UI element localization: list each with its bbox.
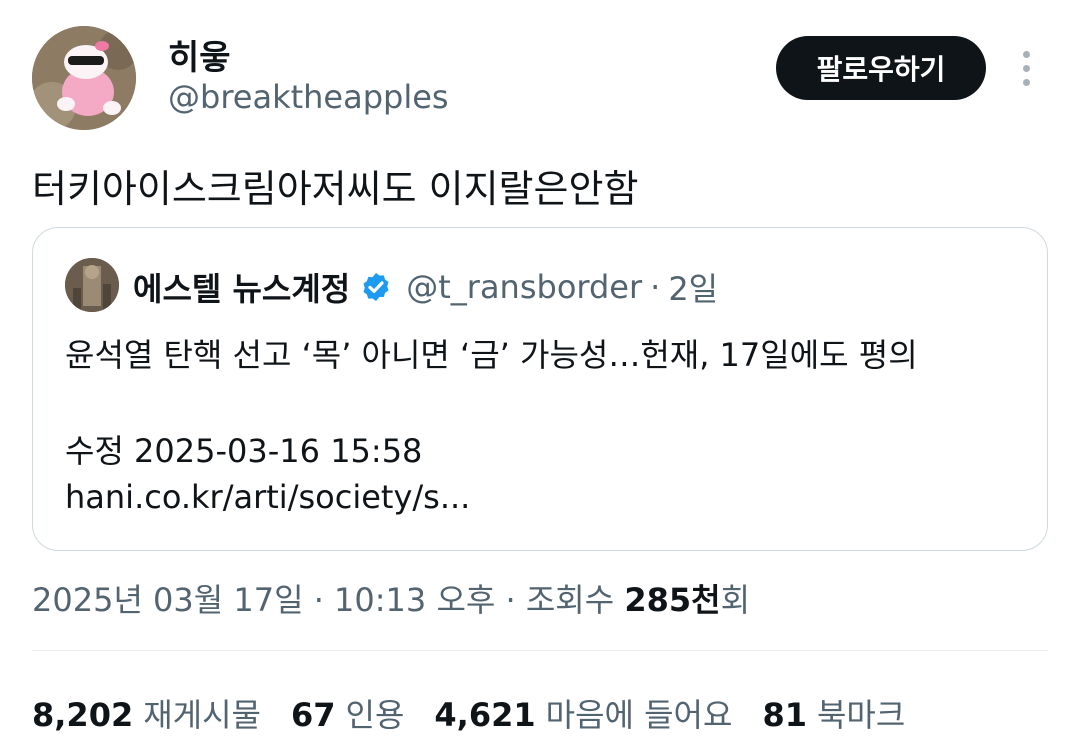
quoted-avatar-image xyxy=(65,258,119,312)
quoted-timestamp[interactable]: 2일 xyxy=(668,264,718,310)
stat-number: 81 xyxy=(762,696,807,734)
author-avatar[interactable] xyxy=(32,26,136,130)
quotes-stat[interactable]: 67 인용 xyxy=(291,690,404,736)
stat-number: 67 xyxy=(290,696,336,734)
quoted-handle[interactable]: @t_ransborder xyxy=(406,268,642,306)
dot xyxy=(1022,78,1030,86)
author-display-name[interactable]: 히읗 xyxy=(168,30,231,79)
dot xyxy=(1022,64,1030,72)
avatar-image xyxy=(32,26,136,130)
divider xyxy=(32,650,1048,651)
stat-label: 재게시물 xyxy=(143,696,261,734)
tweet-text: 터키아이스크림아저씨도 이지랄은안함 xyxy=(32,167,639,211)
stat-label: 마음에 들어요 xyxy=(545,696,733,734)
quoted-header: 에스텔 뉴스계정 @t_ransborder · 2일 xyxy=(133,264,718,310)
quoted-text-headline: 윤석열 탄핵 선고 ‘목’ 아니면 ‘금’ 가능성…헌재, 17일에도 평의 xyxy=(65,336,918,374)
engagement-stats: 8,202 재게시물 67 인용 4,621 마음에 들어요 81 북마크 xyxy=(32,690,935,736)
tweet-meta: 2025년 03월 17일 · 10:13 오후 · 조회수 285천회 xyxy=(32,575,750,621)
tweet-datetime[interactable]: 2025년 03월 17일 · 10:13 오후 · 조회수 xyxy=(32,581,624,619)
reposts-stat[interactable]: 8,202 재게시물 xyxy=(32,690,261,736)
likes-stat[interactable]: 4,621 마음에 들어요 xyxy=(434,690,732,736)
follow-button[interactable]: 팔로우하기 xyxy=(776,36,986,100)
view-count: 285천 xyxy=(624,581,721,619)
quoted-author-avatar[interactable] xyxy=(65,258,119,312)
separator-dot: · xyxy=(650,268,661,306)
quoted-text-edited: 수정 2025-03-16 15:58 xyxy=(65,432,423,470)
tweet-detail: 히읗 @breaktheapples 팔로우하기 터키아이스크림아저씨도 이지랄… xyxy=(0,0,1080,748)
quoted-tweet[interactable]: 에스텔 뉴스계정 @t_ransborder · 2일 윤석열 탄핵 선고 ‘목… xyxy=(32,227,1048,551)
stat-label: 북마크 xyxy=(816,696,906,734)
bookmarks-stat[interactable]: 81 북마크 xyxy=(762,690,905,736)
dot xyxy=(1022,50,1030,58)
quoted-link[interactable]: hani.co.kr/arti/society/s... xyxy=(65,478,470,516)
author-handle[interactable]: @breaktheapples xyxy=(168,78,449,116)
stat-number: 4,621 xyxy=(434,696,536,734)
view-count-suffix: 회 xyxy=(720,581,751,619)
more-options-icon[interactable] xyxy=(1010,44,1042,92)
quoted-display-name[interactable]: 에스텔 뉴스계정 xyxy=(133,264,350,310)
stat-number: 8,202 xyxy=(32,696,134,734)
verified-badge-icon xyxy=(363,273,389,301)
stat-label: 인용 xyxy=(345,696,405,734)
